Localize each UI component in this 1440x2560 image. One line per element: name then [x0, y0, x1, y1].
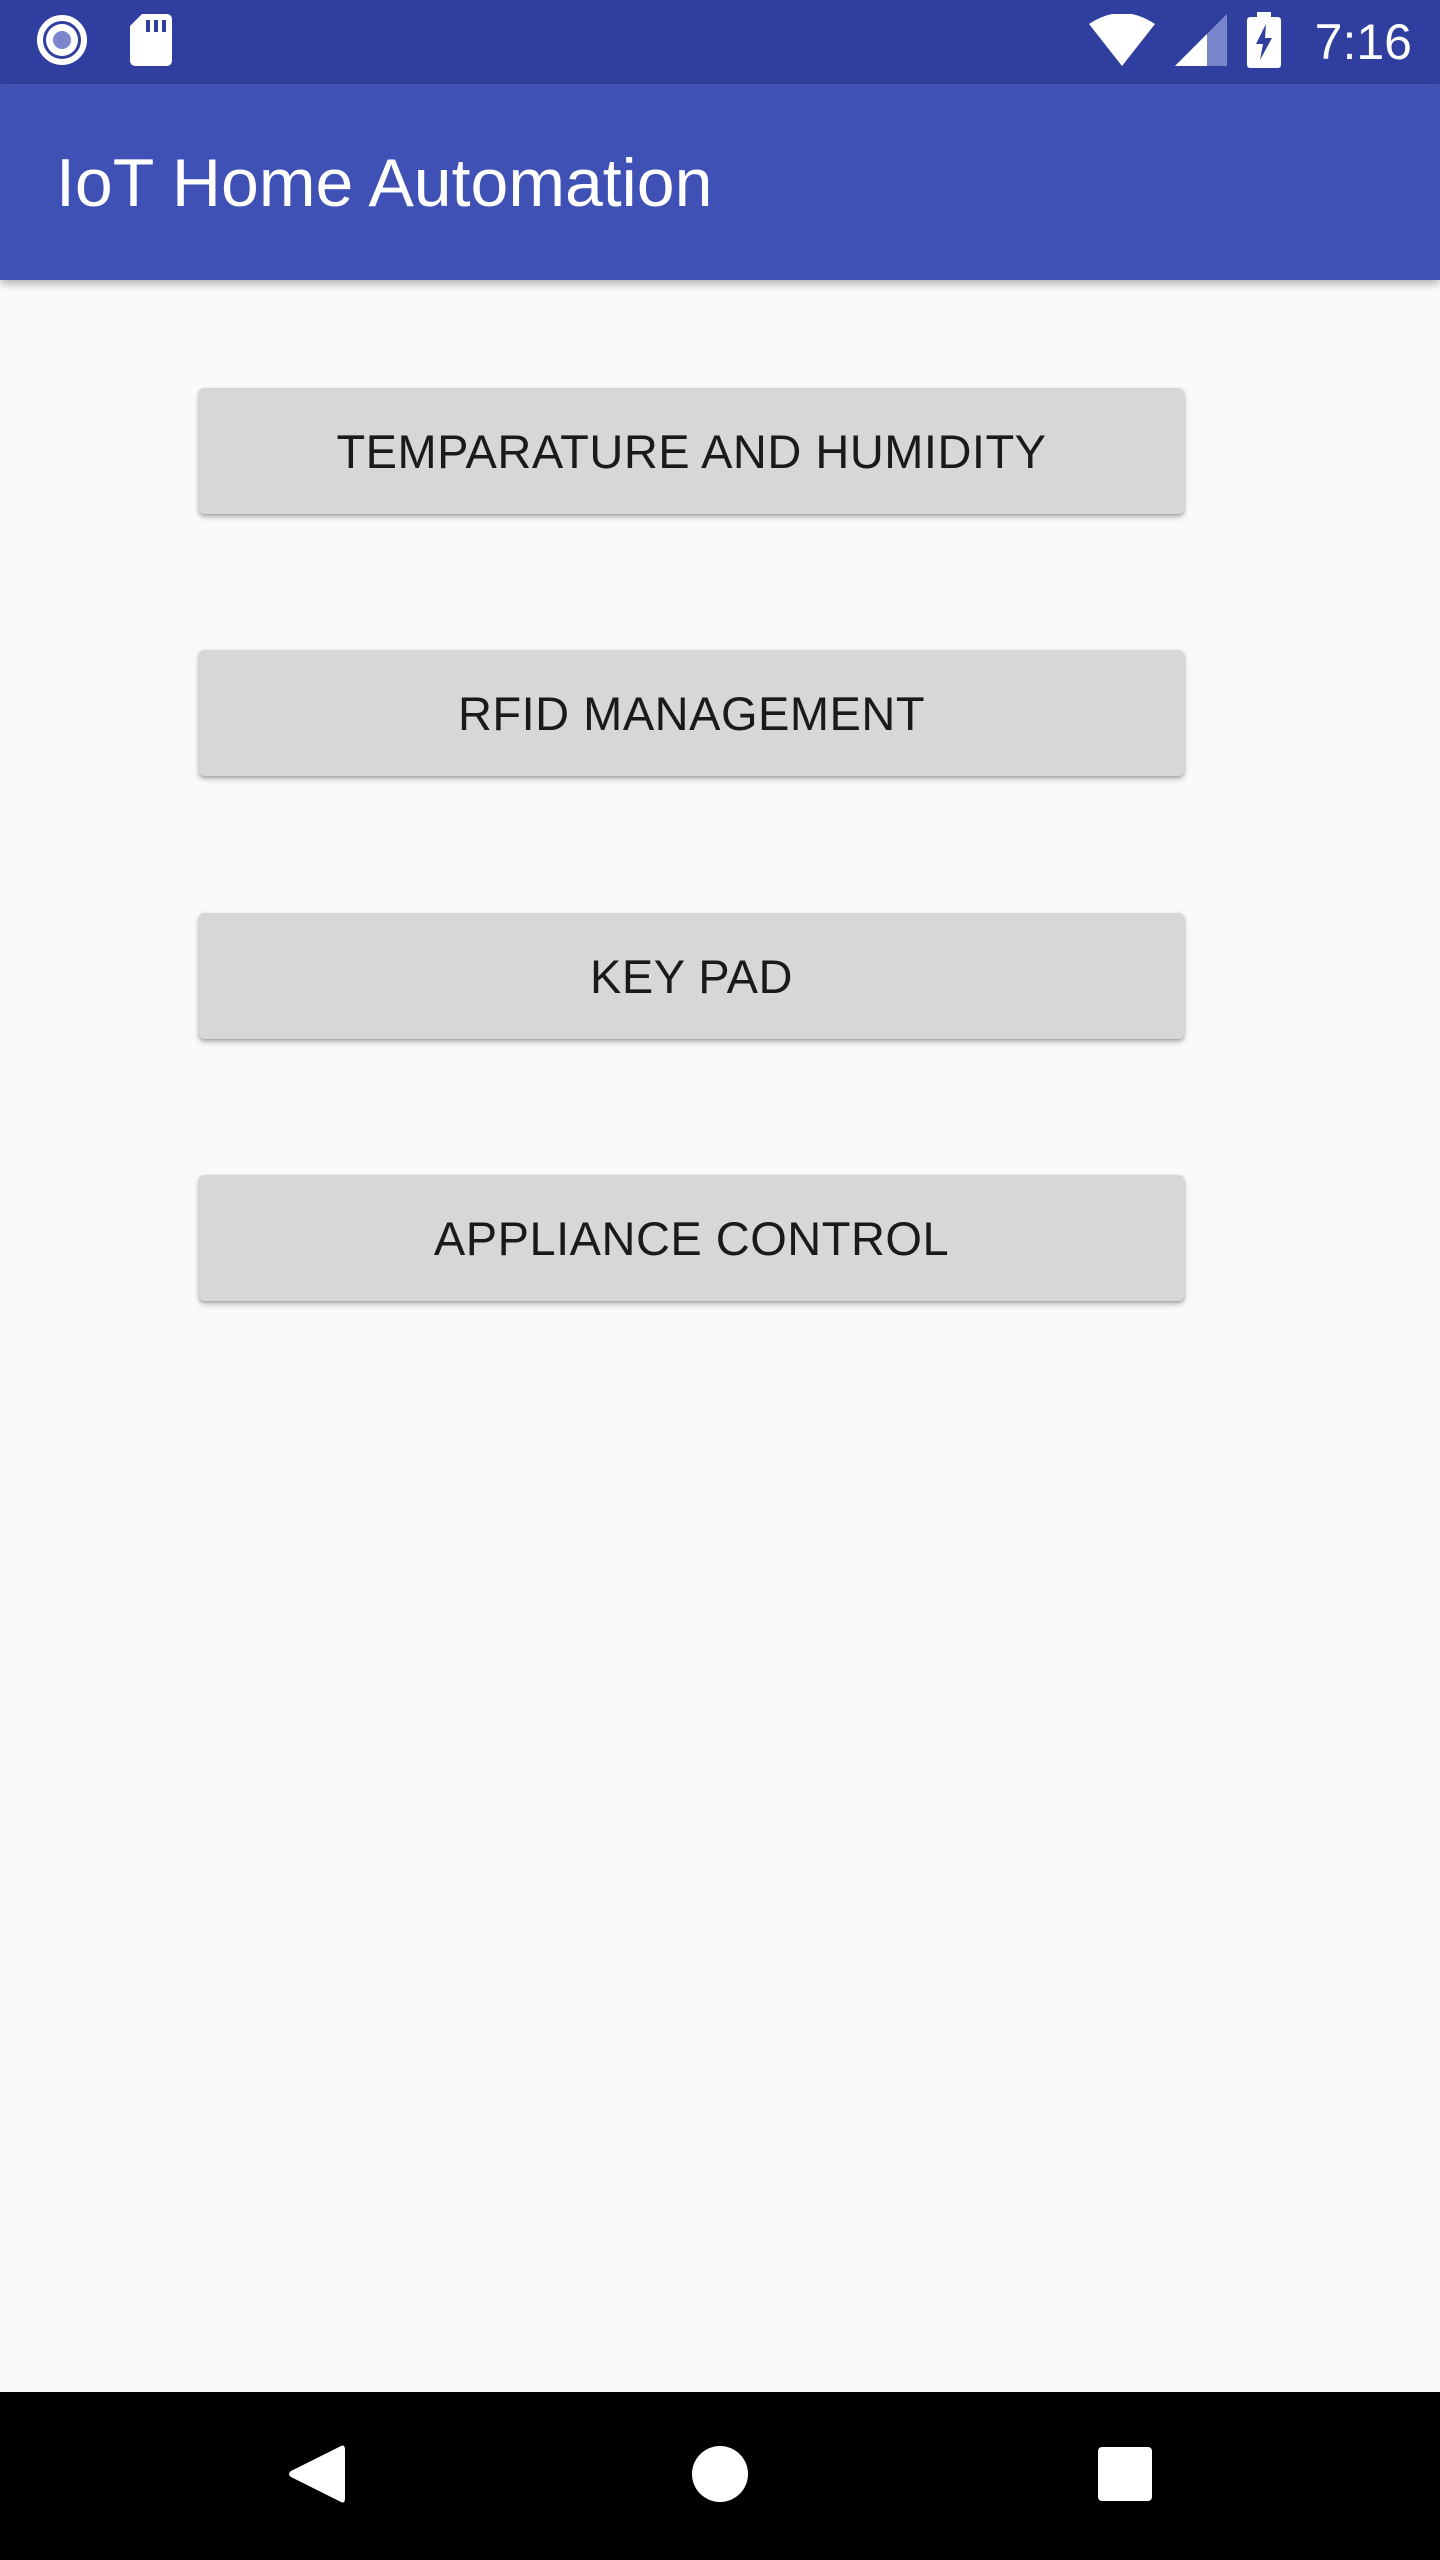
- appliance-control-button[interactable]: APPLIANCE CONTROL: [199, 1175, 1184, 1301]
- app-bar: IoT Home Automation: [0, 84, 1440, 280]
- cellular-signal-icon: [1174, 13, 1227, 71]
- rfid-management-button[interactable]: RFID MANAGEMENT: [199, 650, 1184, 776]
- notification-record-icon: [36, 14, 88, 71]
- navigation-bar: [0, 2392, 1440, 2560]
- wifi-icon: [1088, 12, 1155, 71]
- status-bar-left-icons: [36, 13, 172, 71]
- back-icon: [287, 2442, 345, 2511]
- temperature-humidity-button[interactable]: TEMPARATURE AND HUMIDITY: [199, 388, 1184, 514]
- app-title: IoT Home Automation: [56, 145, 713, 221]
- recents-button[interactable]: [1075, 2426, 1175, 2526]
- recents-icon: [1098, 2446, 1152, 2506]
- key-pad-button[interactable]: KEY PAD: [199, 913, 1184, 1039]
- main-content: TEMPARATURE AND HUMIDITY RFID MANAGEMENT…: [0, 280, 1440, 2392]
- status-bar: 7:16: [0, 0, 1440, 84]
- home-button[interactable]: [670, 2426, 770, 2526]
- sd-card-icon: [130, 13, 172, 71]
- battery-charging-icon: [1246, 11, 1281, 73]
- status-time: 7:16: [1314, 14, 1412, 70]
- status-bar-right-icons: 7:16: [1088, 10, 1412, 74]
- back-button[interactable]: [266, 2426, 366, 2526]
- home-icon: [691, 2445, 749, 2508]
